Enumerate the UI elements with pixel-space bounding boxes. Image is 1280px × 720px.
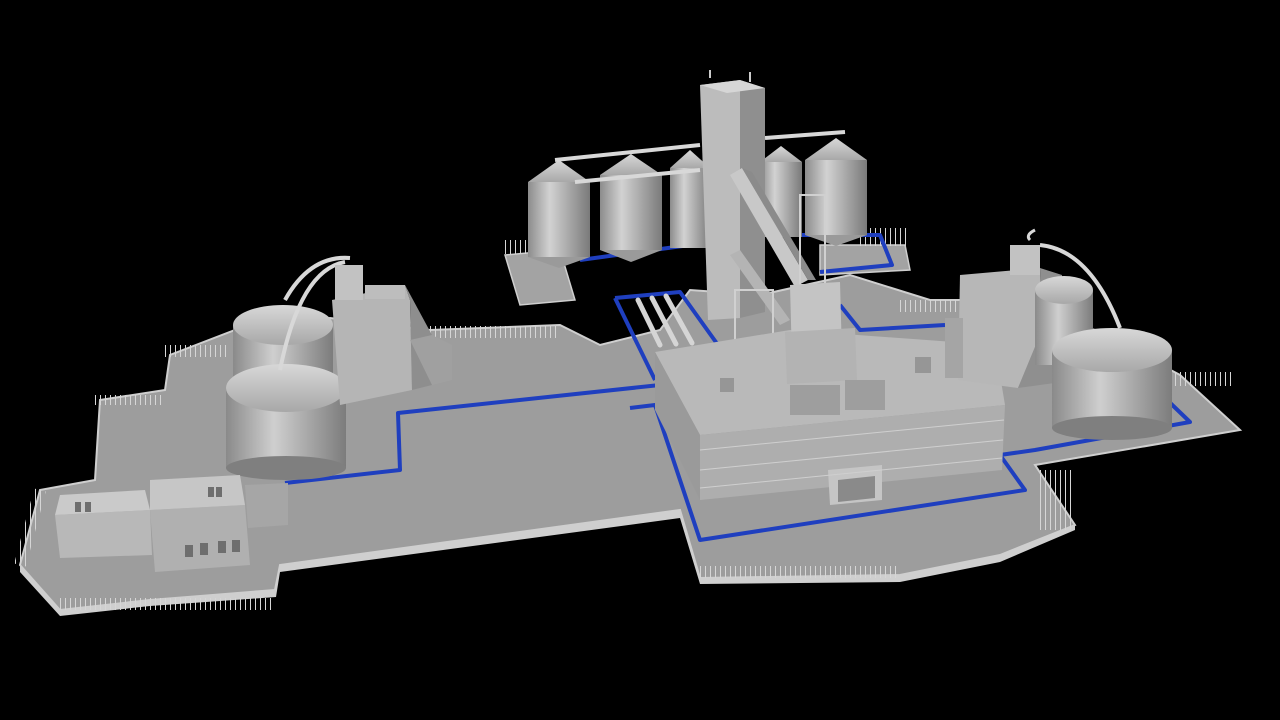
- plant-3d-render: [14, 70, 1243, 616]
- back-silo-row: [528, 130, 867, 268]
- left-storage-tanks: [226, 255, 351, 480]
